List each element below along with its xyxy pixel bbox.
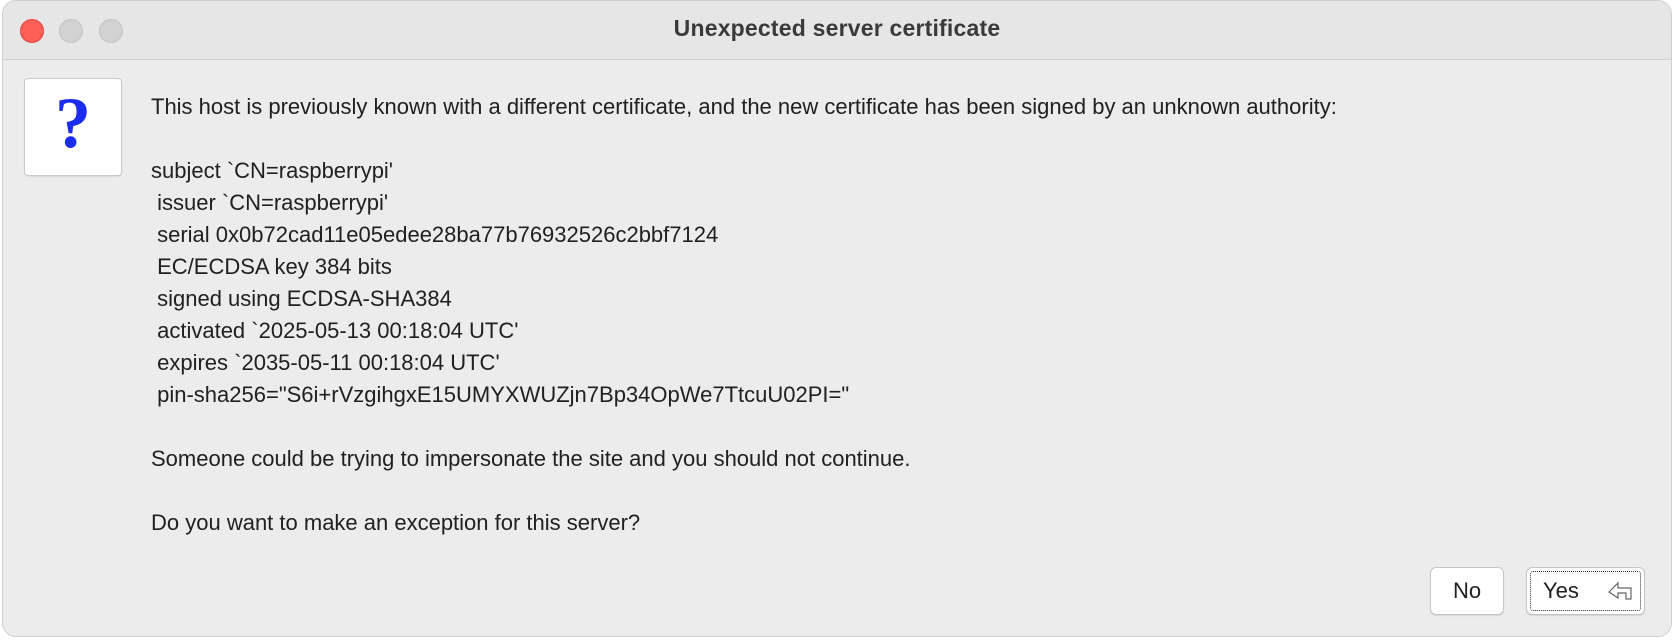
warning-text: Someone could be trying to impersonate t… [151, 446, 911, 471]
no-button-label: No [1452, 578, 1482, 603]
dialog-message: This host is previously known with a dif… [151, 91, 1661, 539]
yes-button-label: Yes [1543, 578, 1579, 603]
cert-issuer: issuer `CN=raspberrypi' [151, 190, 389, 215]
intro-text: This host is previously known with a dif… [151, 94, 1337, 119]
cert-key: EC/ECDSA key 384 bits [151, 254, 392, 279]
cert-activated: activated `2025-05-13 00:18:04 UTC' [151, 318, 519, 343]
return-key-icon [1608, 581, 1632, 600]
question-text: Do you want to make an exception for thi… [151, 510, 641, 535]
title-bar[interactable]: Unexpected server certificate [3, 1, 1671, 60]
cert-pin: pin-sha256="S6i+rVzgihgxE15UMYXWUZjn7Bp3… [151, 382, 850, 407]
cert-signature: signed using ECDSA-SHA384 [151, 286, 452, 311]
question-icon: ? [24, 78, 122, 176]
cert-subject: subject `CN=raspberrypi' [151, 158, 394, 183]
dialog-title: Unexpected server certificate [673, 15, 1001, 41]
no-button[interactable]: No [1430, 567, 1504, 615]
yes-button[interactable]: Yes [1526, 567, 1645, 615]
cert-serial: serial 0x0b72cad11e05edee28ba77b76932526… [151, 222, 719, 247]
cert-expires: expires `2035-05-11 00:18:04 UTC' [151, 350, 500, 375]
question-icon-glyph: ? [55, 83, 91, 163]
dialog-window: Unexpected server certificate ? This hos… [2, 0, 1672, 637]
